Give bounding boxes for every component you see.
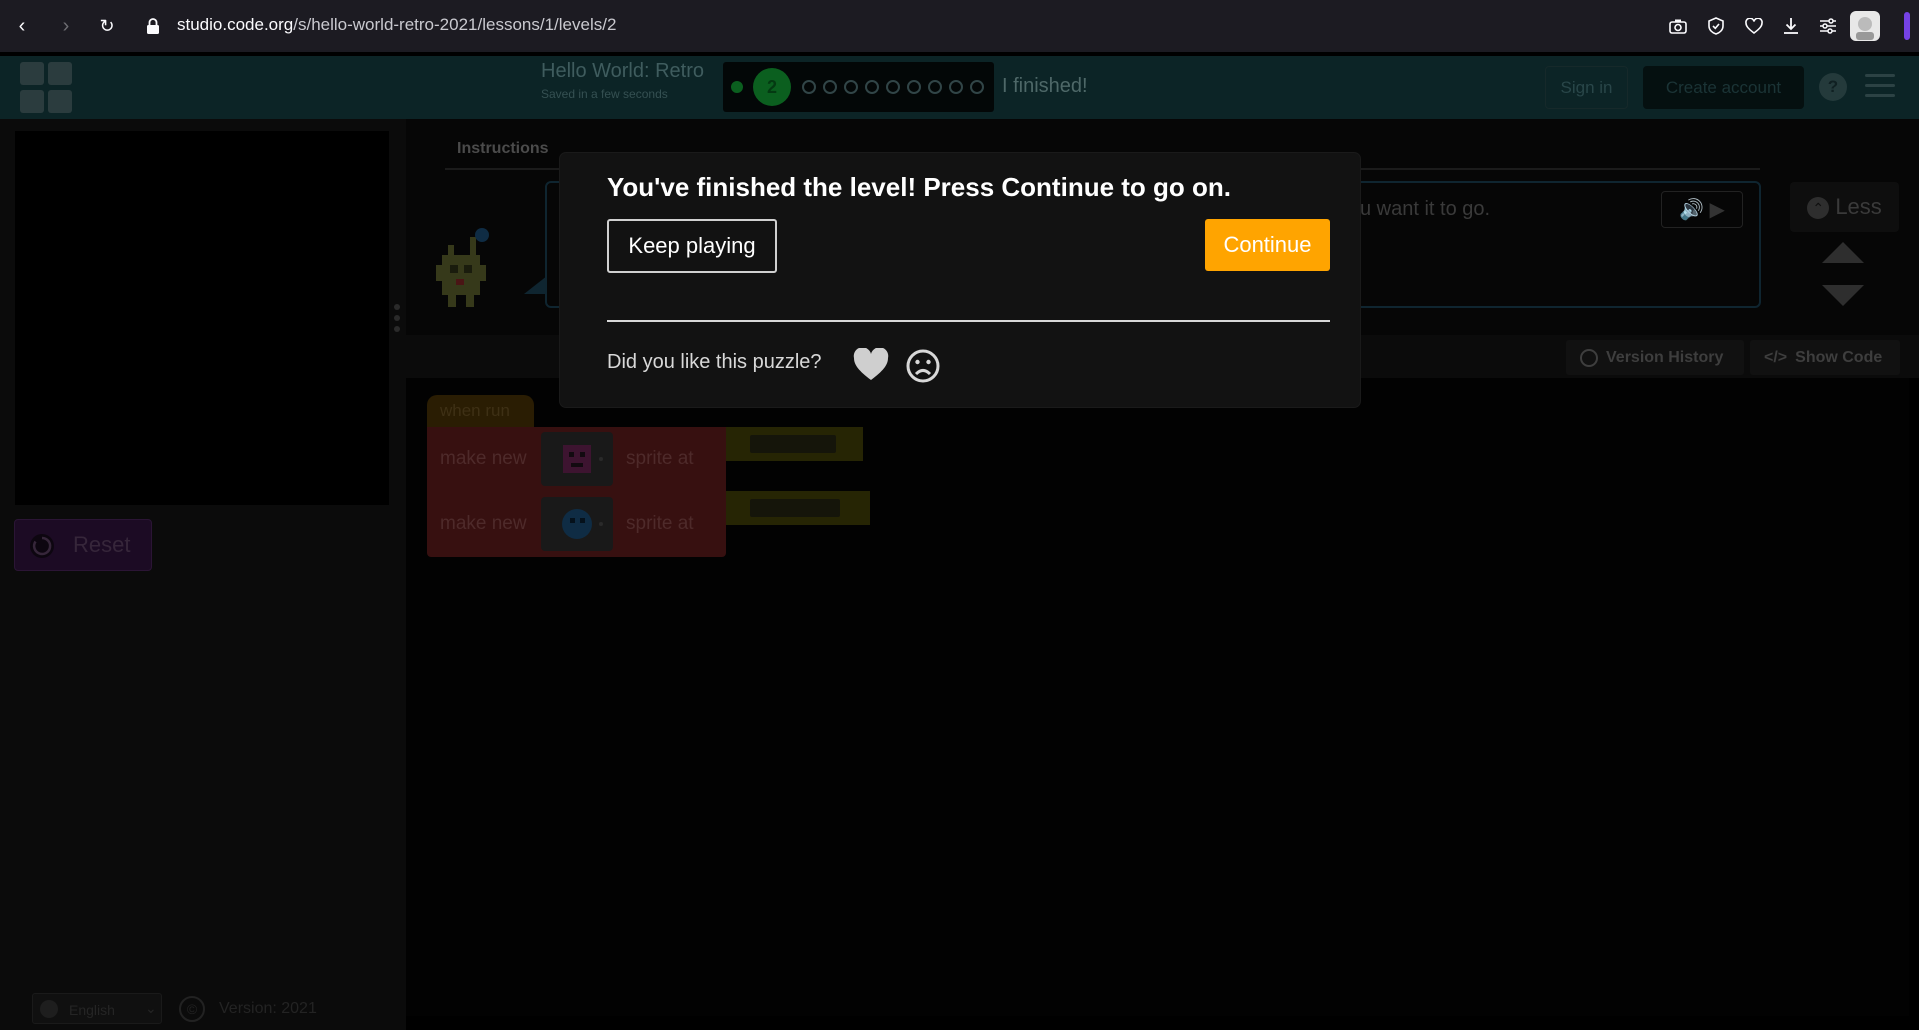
- hamburger-menu-icon[interactable]: [1865, 74, 1895, 98]
- code-icon: </>: [1764, 349, 1788, 366]
- create-account-button[interactable]: Create account: [1643, 66, 1804, 109]
- code-org-logo[interactable]: [20, 62, 74, 114]
- finished-link[interactable]: I finished!: [1002, 75, 1088, 98]
- like-heart-icon[interactable]: [852, 347, 890, 382]
- chevron-down-icon: ⌄: [145, 1000, 157, 1016]
- sprite-picker[interactable]: [541, 497, 613, 551]
- scroll-down-icon[interactable]: [1822, 285, 1864, 306]
- less-button[interactable]: ⌃ Less: [1790, 182, 1899, 232]
- reset-label: Reset: [73, 532, 131, 557]
- dislike-frown-icon[interactable]: [905, 348, 941, 384]
- play-icon[interactable]: ▶: [1710, 199, 1725, 221]
- shield-icon[interactable]: [1704, 13, 1728, 39]
- download-icon[interactable]: [1779, 13, 1803, 39]
- instructions-text: u want it to go.: [1360, 198, 1491, 220]
- reload-icon[interactable]: ↻: [95, 14, 119, 38]
- show-code-label: Show Code: [1795, 349, 1883, 366]
- address-bar[interactable]: studio.code.org/s/hello-world-retro-2021…: [177, 15, 616, 35]
- avatar[interactable]: [1850, 11, 1880, 41]
- level-1-dot[interactable]: [731, 81, 743, 93]
- make-new-sprite-block[interactable]: make new sprite at: [427, 491, 726, 557]
- saved-status: Saved in a few seconds: [541, 87, 668, 101]
- when-run-block[interactable]: when run: [427, 395, 534, 427]
- bot-character-icon: [428, 225, 494, 311]
- dialog-divider: [607, 320, 1330, 322]
- scroll-up-icon[interactable]: [1822, 242, 1864, 263]
- copyright-icon[interactable]: ©: [179, 996, 205, 1022]
- reset-button[interactable]: Reset: [14, 519, 152, 571]
- version-history-label: Version History: [1606, 349, 1724, 366]
- level-dot[interactable]: [970, 80, 984, 94]
- level-dot[interactable]: [844, 80, 858, 94]
- make-new-sprite-block[interactable]: make new sprite at: [427, 427, 726, 491]
- version-label: Version: 2021: [219, 1000, 317, 1017]
- camera-icon[interactable]: [1666, 13, 1690, 39]
- project-title: Hello World: Retro: [541, 60, 705, 82]
- tab-instructions[interactable]: Instructions: [457, 140, 549, 158]
- level-dot[interactable]: [907, 80, 921, 94]
- language-value: English: [69, 1002, 115, 1018]
- continue-button[interactable]: Continue: [1205, 219, 1330, 271]
- heart-icon[interactable]: [1742, 13, 1766, 39]
- lock-icon: [146, 18, 160, 34]
- sprite-at-label: sprite at: [626, 448, 694, 469]
- url-domain: studio.code.org: [177, 15, 294, 34]
- keep-playing-button[interactable]: Keep playing: [607, 219, 777, 273]
- language-select[interactable]: English ⌄: [32, 993, 162, 1024]
- make-new-label: make new: [440, 513, 527, 534]
- level-dot[interactable]: [823, 80, 837, 94]
- forward-icon[interactable]: ›: [54, 14, 78, 38]
- game-canvas[interactable]: [15, 131, 389, 505]
- version-history-button[interactable]: Version History: [1566, 340, 1744, 375]
- level-dot[interactable]: [949, 80, 963, 94]
- less-label: Less: [1835, 194, 1882, 219]
- clock-icon: [1580, 348, 1598, 367]
- make-new-label: make new: [440, 448, 527, 469]
- url-path: /s/hello-world-retro-2021/lessons/1/leve…: [293, 15, 617, 34]
- location-picker[interactable]: [726, 491, 870, 525]
- level-dot[interactable]: [802, 80, 816, 94]
- sprite-picker[interactable]: [541, 432, 613, 486]
- settings-icon[interactable]: [1816, 13, 1840, 39]
- level-dot[interactable]: [886, 80, 900, 94]
- dialog-title: You've finished the level! Press Continu…: [607, 172, 1231, 202]
- globe-icon: [40, 1000, 58, 1018]
- audio-controls[interactable]: 🔊 ▶: [1661, 191, 1743, 228]
- sprite-at-label: sprite at: [626, 513, 694, 534]
- level-progress: 2: [723, 62, 994, 112]
- sidebar-accent: [1904, 12, 1910, 40]
- when-run-label: when run: [440, 401, 510, 420]
- level-dot[interactable]: [928, 80, 942, 94]
- feedback-prompt: Did you like this puzzle?: [607, 351, 822, 373]
- level-dot[interactable]: [865, 80, 879, 94]
- resize-handle[interactable]: [393, 303, 401, 333]
- current-level-badge[interactable]: 2: [753, 68, 791, 106]
- back-icon[interactable]: ‹: [10, 14, 34, 38]
- chevron-up-icon: ⌃: [1807, 197, 1830, 220]
- show-code-button[interactable]: </> Show Code: [1750, 340, 1900, 375]
- speaker-icon[interactable]: 🔊: [1679, 199, 1704, 221]
- location-picker[interactable]: [726, 427, 863, 461]
- sign-in-button[interactable]: Sign in: [1545, 66, 1628, 109]
- help-icon[interactable]: ?: [1819, 73, 1847, 101]
- reset-icon: [30, 534, 54, 558]
